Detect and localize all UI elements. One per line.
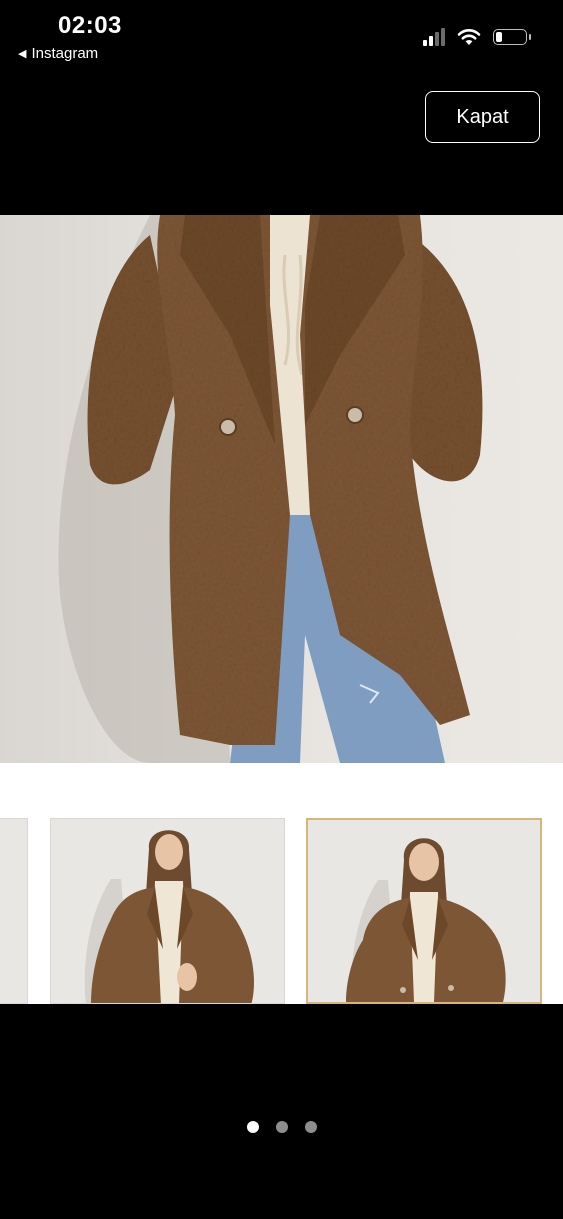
thumbnail-2-illustration — [84, 830, 254, 1003]
page-indicator — [0, 1121, 563, 1133]
page-dot-3[interactable] — [304, 1121, 317, 1133]
back-triangle-icon: ◀ — [18, 48, 27, 60]
thumbnail-strip — [0, 763, 563, 1004]
back-app-label: Instagram — [31, 45, 99, 62]
thumbnail-selected-view[interactable] — [306, 818, 542, 1004]
status-time: 02:03 — [58, 12, 122, 39]
cellular-signal-icon — [423, 27, 445, 46]
status-icons — [423, 27, 531, 46]
thumbnail-partial[interactable] — [0, 818, 28, 1004]
thumbnail-3-illustration — [346, 838, 506, 1002]
close-button[interactable]: Kapat — [425, 91, 540, 143]
coat-photo-illustration — [58, 215, 483, 763]
main-product-image[interactable] — [0, 215, 563, 763]
thumbnail-front-view[interactable] — [50, 818, 285, 1004]
battery-level — [496, 31, 502, 42]
page-dot-2[interactable] — [275, 1121, 288, 1133]
wifi-icon — [457, 28, 481, 45]
battery-icon — [493, 28, 531, 45]
page-dot-1[interactable] — [246, 1121, 259, 1133]
back-to-instagram-link[interactable]: ◀ Instagram — [18, 45, 98, 62]
status-bar: 02:03 ◀ Instagram — [0, 0, 563, 80]
